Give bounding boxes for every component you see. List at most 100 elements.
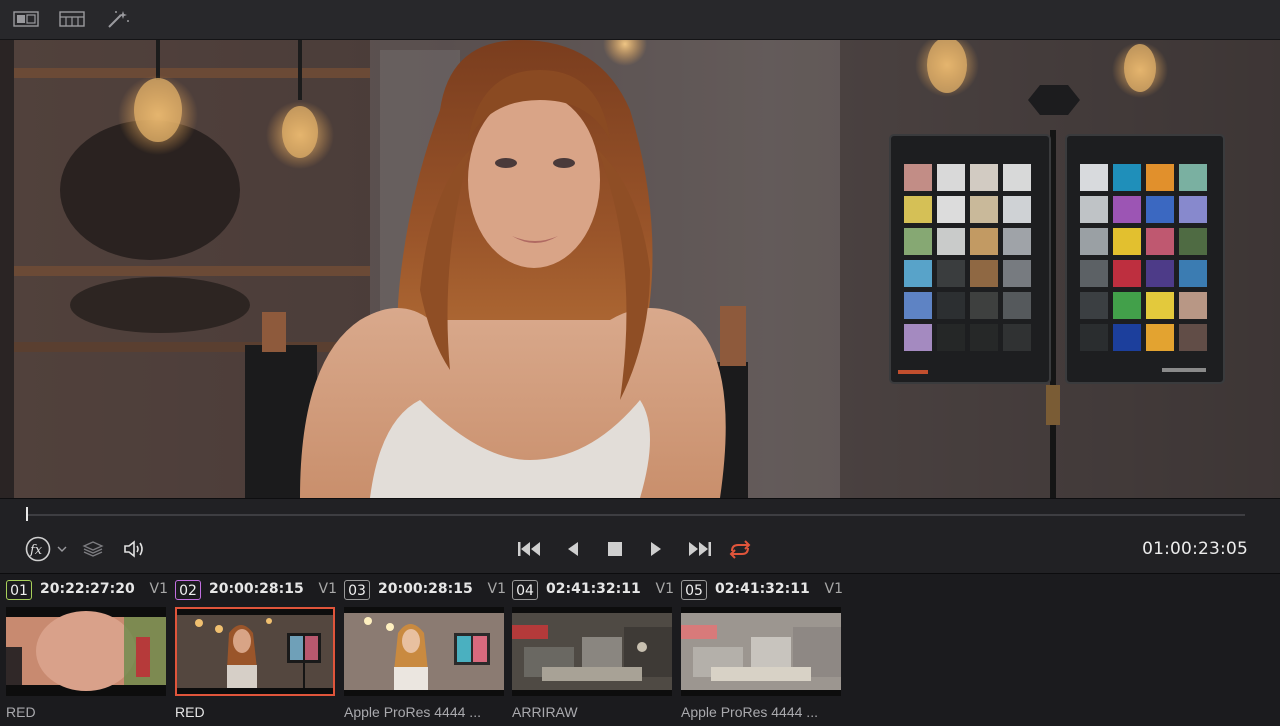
color-swatch (904, 260, 932, 287)
color-swatch (904, 196, 932, 223)
color-swatch (1080, 260, 1108, 287)
clip-strip: 01 20:22:27:20 V1 RED 02 20:00:28:15 V1 … (0, 573, 1280, 726)
color-swatch (1113, 196, 1141, 223)
color-swatch (1113, 164, 1141, 191)
clip-timecode: 20:22:27:20 (40, 581, 135, 597)
color-swatch (904, 292, 932, 319)
color-swatch (937, 260, 965, 287)
color-swatch (1146, 292, 1174, 319)
color-swatch (1113, 292, 1141, 319)
clip-thumbnail[interactable] (175, 607, 335, 696)
clip-track: V1 (487, 581, 506, 597)
color-swatch (1003, 260, 1031, 287)
color-swatch (1003, 292, 1031, 319)
color-swatch (970, 164, 998, 191)
clip-track: V1 (655, 581, 674, 597)
skip-to-start-icon[interactable] (515, 539, 545, 559)
color-swatch (1179, 196, 1207, 223)
timecode-display: 01:00:23:05 (1142, 539, 1248, 559)
color-swatch (970, 292, 998, 319)
color-swatch (1080, 324, 1108, 351)
clip-codec: Apple ProRes 4444 ... (344, 704, 481, 720)
color-swatch (1003, 196, 1031, 223)
color-swatch (1146, 196, 1174, 223)
clip-thumbnail[interactable] (512, 607, 672, 696)
svg-text:fx: fx (29, 543, 43, 558)
clip-track: V1 (149, 581, 168, 597)
clip-item-01[interactable]: 01 20:22:27:20 V1 RED (6, 574, 168, 726)
clip-item-02[interactable]: 02 20:00:28:15 V1 RED (175, 574, 337, 726)
clip-codec: Apple ProRes 4444 ... (681, 704, 818, 720)
clip-timecode: 02:41:32:11 (546, 581, 641, 597)
clip-timecode: 20:00:28:15 (209, 581, 304, 597)
color-swatch (970, 228, 998, 255)
clip-header: 05 02:41:32:11 V1 (681, 580, 843, 602)
color-swatch (1146, 228, 1174, 255)
color-swatch (970, 196, 998, 223)
color-swatch (1003, 164, 1031, 191)
color-swatch (1113, 228, 1141, 255)
color-swatch (970, 260, 998, 287)
color-swatch (904, 228, 932, 255)
clip-codec: RED (175, 704, 205, 720)
color-swatch (937, 292, 965, 319)
color-swatch (1003, 228, 1031, 255)
clip-number: 01 (6, 580, 32, 600)
color-swatch (937, 196, 965, 223)
clip-header: 04 02:41:32:11 V1 (512, 580, 674, 602)
color-swatch (1003, 324, 1031, 351)
chevron-down-icon[interactable] (55, 541, 69, 557)
clip-header: 02 20:00:28:15 V1 (175, 580, 337, 602)
layers-icon[interactable] (80, 538, 106, 560)
clip-item-05[interactable]: 05 02:41:32:11 V1 Apple ProRes 4444 ... (681, 574, 843, 726)
color-swatch (1179, 164, 1207, 191)
clip-timecode: 20:00:28:15 (378, 581, 473, 597)
color-swatch (1080, 196, 1108, 223)
clip-number: 03 (344, 580, 370, 600)
color-swatch (1146, 164, 1174, 191)
color-swatch (1080, 228, 1108, 255)
clip-header: 01 20:22:27:20 V1 (6, 580, 168, 602)
video-frame (0, 40, 1280, 498)
video-viewer[interactable] (0, 40, 1280, 498)
color-swatch (1080, 292, 1108, 319)
clip-thumbnail[interactable] (681, 607, 841, 696)
clip-number: 05 (681, 580, 707, 600)
color-swatch (1113, 260, 1141, 287)
transport-bar: fx 01:00:23:05 (0, 498, 1280, 574)
clip-number: 02 (175, 580, 201, 600)
color-swatch (1179, 228, 1207, 255)
clip-item-04[interactable]: 04 02:41:32:11 V1 ARRIRAW (512, 574, 674, 726)
playhead[interactable] (26, 507, 28, 521)
clip-timecode: 02:41:32:11 (715, 581, 810, 597)
clip-strip-icon[interactable] (58, 8, 86, 30)
color-swatch (1080, 164, 1108, 191)
play-reverse-icon[interactable] (562, 539, 584, 559)
play-icon[interactable] (645, 539, 667, 559)
stop-icon[interactable] (604, 539, 626, 559)
loop-icon[interactable] (724, 537, 756, 561)
clip-number: 04 (512, 580, 538, 600)
color-swatch (970, 324, 998, 351)
scrubber-track[interactable] (26, 514, 1245, 516)
clip-thumbnail[interactable] (344, 607, 504, 696)
color-swatch (1146, 260, 1174, 287)
clip-thumbnail[interactable] (6, 607, 166, 696)
fx-icon[interactable]: fx (22, 536, 54, 562)
color-swatch (1179, 292, 1207, 319)
color-swatch (1179, 324, 1207, 351)
dual-viewer-icon[interactable] (12, 8, 40, 30)
clip-codec: RED (6, 704, 36, 720)
speaker-icon[interactable] (120, 538, 148, 560)
color-swatch (1146, 324, 1174, 351)
color-swatch (937, 228, 965, 255)
magic-wand-icon[interactable] (104, 8, 132, 30)
clip-header: 03 20:00:28:15 V1 (344, 580, 506, 602)
skip-to-end-icon[interactable] (684, 539, 714, 559)
clip-track: V1 (824, 581, 843, 597)
color-swatch (1179, 260, 1207, 287)
clip-codec: ARRIRAW (512, 704, 578, 720)
color-swatch (904, 164, 932, 191)
color-swatch (937, 164, 965, 191)
clip-item-03[interactable]: 03 20:00:28:15 V1 Apple ProRes 4444 ... (344, 574, 506, 726)
